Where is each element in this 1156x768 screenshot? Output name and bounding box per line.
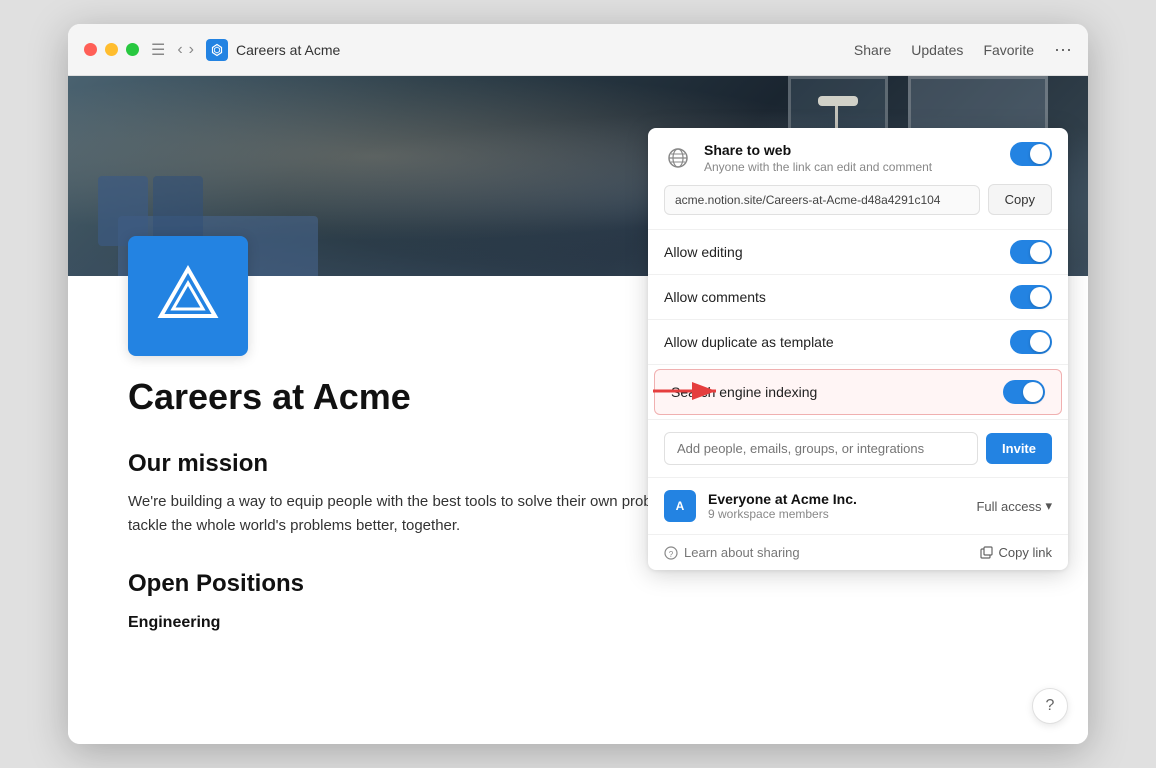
allow-duplicate-toggle[interactable] xyxy=(1010,330,1052,354)
svg-text:?: ? xyxy=(669,550,674,559)
main-content: Careers at Acme Our mission We're buildi… xyxy=(68,76,1088,744)
invite-button[interactable]: Invite xyxy=(986,433,1052,464)
more-button[interactable]: ··· xyxy=(1054,39,1072,60)
invite-input[interactable] xyxy=(664,432,978,465)
maximize-button[interactable] xyxy=(126,43,139,56)
positions-title: Open Positions xyxy=(128,570,1028,598)
engineering-title: Engineering xyxy=(128,614,1028,632)
title-bar: ☰ ‹ › Careers at Acme Share Updates Favo… xyxy=(68,24,1088,76)
allow-duplicate-row: Allow duplicate as template xyxy=(648,320,1068,365)
invite-section: Invite xyxy=(648,420,1068,478)
allow-editing-row: Allow editing xyxy=(648,230,1068,275)
allow-comments-label: Allow comments xyxy=(664,289,766,305)
people-avatar: A xyxy=(664,490,696,522)
share-to-web-toggle[interactable] xyxy=(1010,142,1052,166)
share-to-web-text: Share to web Anyone with the link can ed… xyxy=(704,142,998,174)
titlebar-actions: Share Updates Favorite ··· xyxy=(854,39,1072,60)
hamburger-icon[interactable]: ☰ xyxy=(151,40,165,60)
people-info: Everyone at Acme Inc. 9 workspace member… xyxy=(708,491,964,521)
nav-arrows: ‹ › xyxy=(177,41,194,59)
favorite-button[interactable]: Favorite xyxy=(983,42,1034,58)
search-engine-indexing-label: Search engine indexing xyxy=(671,384,817,400)
page-logo xyxy=(128,236,248,356)
people-count: 9 workspace members xyxy=(708,507,964,521)
allow-duplicate-label: Allow duplicate as template xyxy=(664,334,834,350)
close-button[interactable] xyxy=(84,43,97,56)
allow-editing-toggle[interactable] xyxy=(1010,240,1052,264)
copy-button[interactable]: Copy xyxy=(988,184,1052,215)
search-engine-indexing-toggle[interactable] xyxy=(1003,380,1045,404)
share-to-web-title: Share to web xyxy=(704,142,998,158)
dropdown-footer: ? Learn about sharing Copy link xyxy=(648,535,1068,570)
url-row: Copy xyxy=(664,184,1052,215)
share-to-web-subtitle: Anyone with the link can edit and commen… xyxy=(704,160,998,174)
globe-icon xyxy=(664,144,692,172)
learn-label: Learn about sharing xyxy=(684,545,800,560)
page-title: Careers at Acme xyxy=(236,42,854,58)
people-name: Everyone at Acme Inc. xyxy=(708,491,964,507)
people-access-button[interactable]: Full access ▾ xyxy=(976,498,1052,514)
people-section: A Everyone at Acme Inc. 9 workspace memb… xyxy=(648,478,1068,535)
help-button[interactable]: ? xyxy=(1032,688,1068,724)
traffic-lights xyxy=(84,43,139,56)
search-engine-indexing-row: Search engine indexing xyxy=(654,369,1062,415)
share-to-web-section: Share to web Anyone with the link can ed… xyxy=(648,128,1068,230)
browser-window: ☰ ‹ › Careers at Acme Share Updates Favo… xyxy=(68,24,1088,744)
learn-link[interactable]: ? Learn about sharing xyxy=(664,545,800,560)
copy-link-label: Copy link xyxy=(999,545,1052,560)
page-favicon xyxy=(206,39,228,61)
share-dropdown: Share to web Anyone with the link can ed… xyxy=(648,128,1068,570)
allow-editing-label: Allow editing xyxy=(664,244,743,260)
minimize-button[interactable] xyxy=(105,43,118,56)
back-arrow[interactable]: ‹ xyxy=(177,41,182,59)
updates-button[interactable]: Updates xyxy=(911,42,963,58)
allow-comments-toggle[interactable] xyxy=(1010,285,1052,309)
copy-link-button[interactable]: Copy link xyxy=(979,545,1052,560)
allow-comments-row: Allow comments xyxy=(648,275,1068,320)
forward-arrow[interactable]: › xyxy=(189,41,194,59)
share-button[interactable]: Share xyxy=(854,42,891,58)
url-input[interactable] xyxy=(664,185,980,215)
